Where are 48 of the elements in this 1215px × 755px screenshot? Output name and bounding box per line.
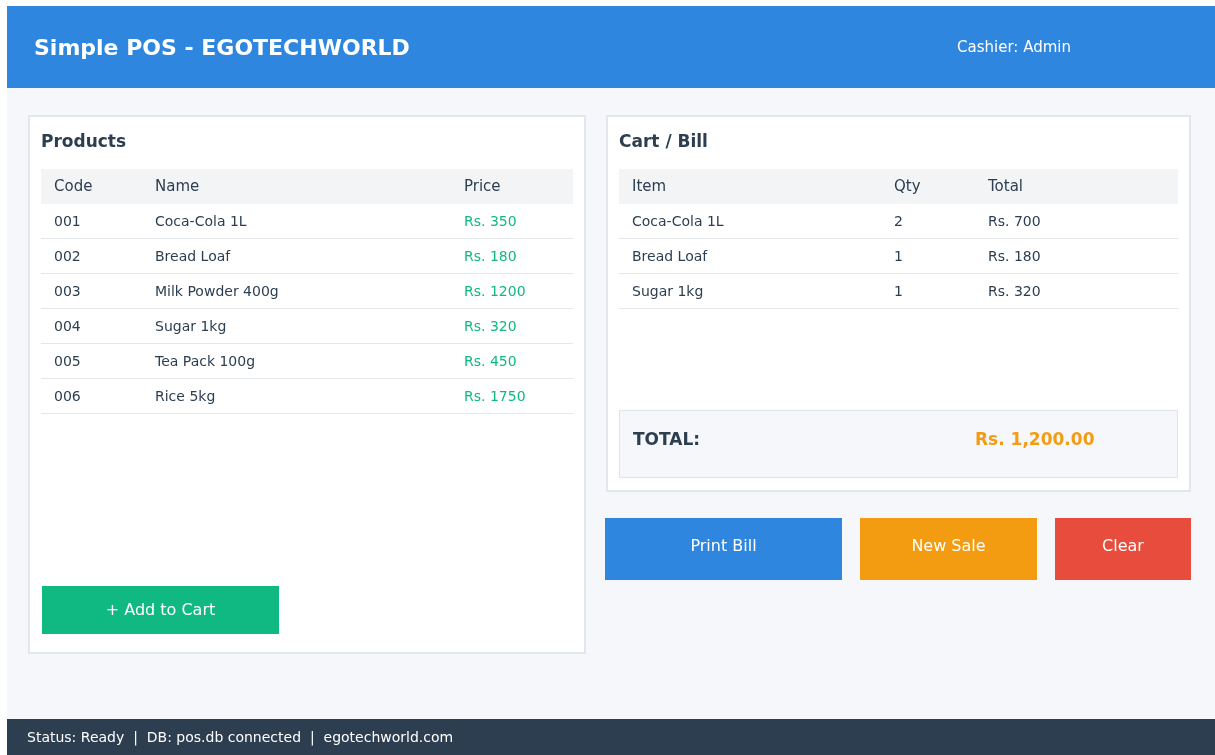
- price-cell-text: Rs. 180: [464, 246, 517, 266]
- table-cell-text: Bread Loaf: [632, 246, 709, 266]
- cashier-label: Cashier: Admin: [957, 36, 1071, 58]
- column-header: Qty: [894, 176, 922, 198]
- table-cell-text: 004: [54, 316, 82, 336]
- price-cell-text: Rs. 350: [464, 211, 517, 231]
- panel-title: Cart / Bill: [619, 130, 709, 154]
- table-cell-text: 1: [894, 246, 904, 266]
- product-row[interactable]: 001 Coca-Cola 1L Rs. 350: [41, 204, 573, 239]
- product-row[interactable]: 003 Milk Powder 400g Rs. 1200: [41, 274, 573, 309]
- price-cell-text: Rs. 450: [464, 351, 517, 371]
- table-cell-text: Tea Pack 100g: [155, 351, 257, 371]
- panel-title: Products: [41, 130, 128, 154]
- table-cell-text: 001: [54, 211, 82, 231]
- table-cell-text: Milk Powder 400g: [155, 281, 280, 301]
- price-cell-text: Rs. 320: [464, 316, 517, 336]
- table-cell-text: Bread Loaf: [155, 246, 232, 266]
- price-cell-text: Rs. 1200: [464, 281, 526, 301]
- table-cell-text: 002: [54, 246, 82, 266]
- table-cell-text: Coca-Cola 1L: [155, 211, 248, 231]
- action-button[interactable]: Clear: [1055, 518, 1191, 580]
- product-row[interactable]: 005 Tea Pack 100g Rs. 450: [41, 344, 573, 379]
- product-row[interactable]: 006 Rice 5kg Rs. 1750: [41, 379, 573, 414]
- total-amount: Rs. 1,200.00: [975, 428, 1095, 449]
- price-cell-text: Rs. 1750: [464, 386, 526, 406]
- table-cell-text: Rice 5kg: [155, 386, 217, 406]
- table-cell-text: Coca-Cola 1L: [632, 211, 725, 231]
- table-cell-text: Sugar 1kg: [155, 316, 228, 336]
- table-cell-text: Rs. 320: [988, 281, 1041, 301]
- column-header: Price: [464, 176, 501, 198]
- table-cell-text: Rs. 180: [988, 246, 1041, 266]
- product-row[interactable]: 004 Sugar 1kg Rs. 320: [41, 309, 573, 344]
- table-cell-text: 005: [54, 351, 82, 371]
- table-cell-text: 006: [54, 386, 82, 406]
- column-header: Name: [155, 176, 201, 198]
- table-cell-text: Sugar 1kg: [632, 281, 705, 301]
- table-cell-text: Rs. 700: [988, 211, 1041, 231]
- total-label: TOTAL:: [633, 428, 702, 449]
- product-row[interactable]: 002 Bread Loaf Rs. 180: [41, 239, 573, 274]
- app-title: Simple POS - EGOTECHWORLD: [34, 33, 410, 62]
- table-cell-text: 1: [894, 281, 904, 301]
- table-cell-text: 2: [894, 211, 904, 231]
- action-button[interactable]: Print Bill: [605, 518, 842, 580]
- column-header: Item: [632, 176, 668, 198]
- table-cell-text: 003: [54, 281, 82, 301]
- column-header: Total: [988, 176, 1024, 198]
- column-header: Code: [54, 176, 94, 198]
- status-text: Status: Ready | DB: pos.db connected | egotechworld.com: [27, 727, 454, 748]
